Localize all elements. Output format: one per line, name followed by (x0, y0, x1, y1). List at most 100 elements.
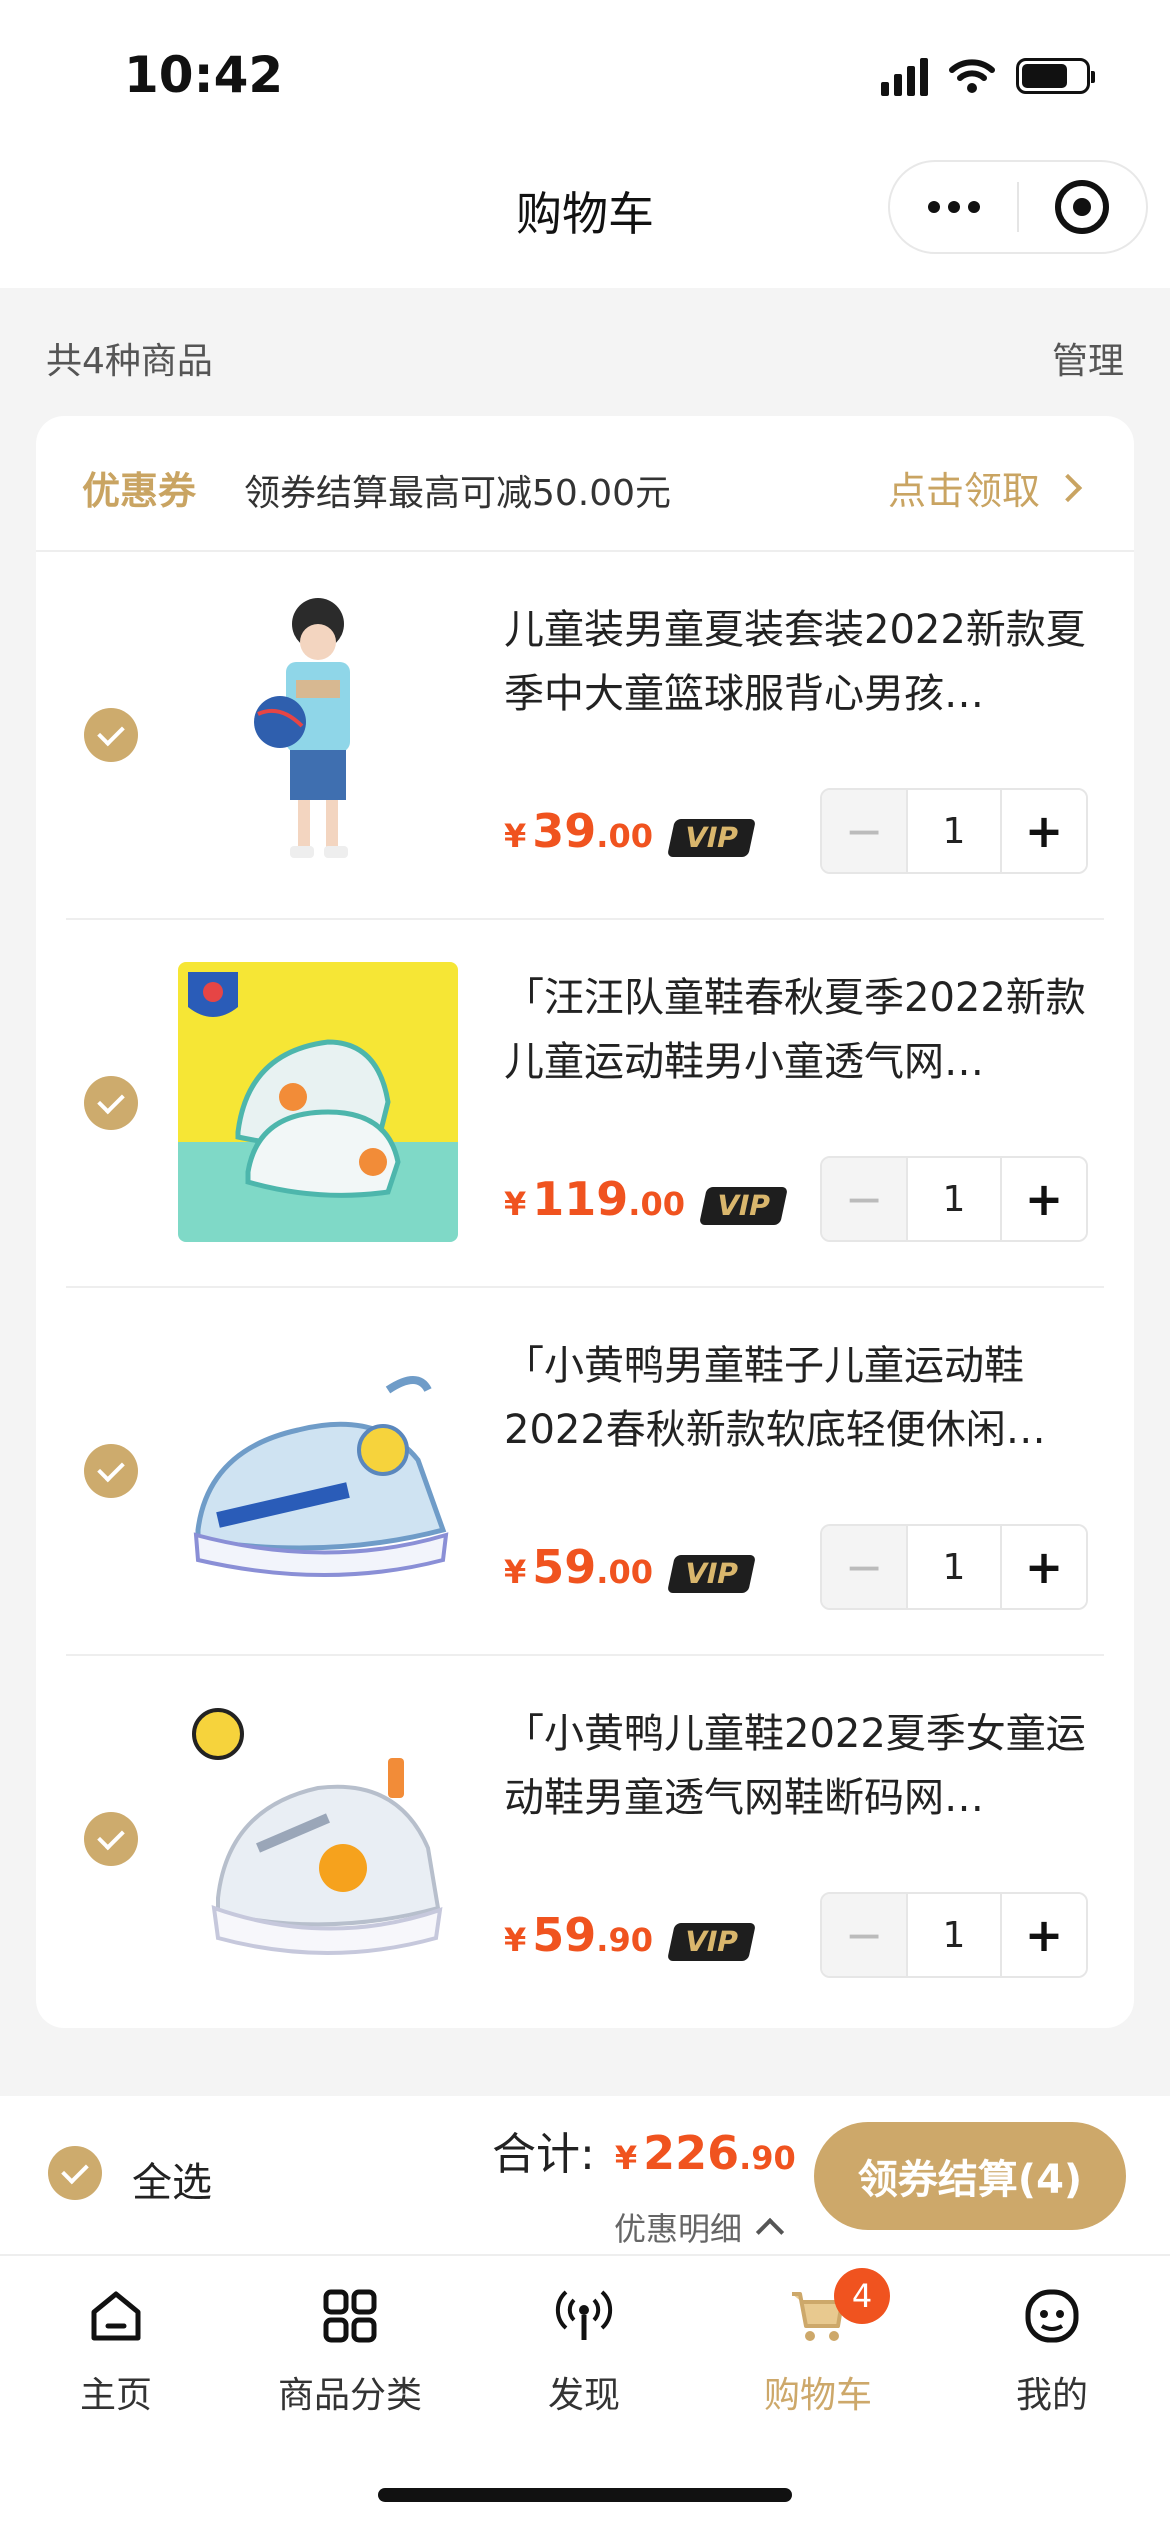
product-price: ¥ 39 .00 VIP (504, 804, 756, 858)
wifi-icon (949, 59, 995, 93)
price-integer: 39 (532, 804, 597, 858)
chevron-right-icon (1053, 473, 1083, 502)
cart-summary-bar: 共4种商品 管理 (0, 288, 1170, 408)
select-all-label[interactable]: 全选 (132, 2150, 212, 2208)
item-checkbox[interactable] (84, 708, 138, 762)
decrease-quantity-button[interactable]: − (822, 790, 906, 872)
status-time: 10:42 (124, 46, 284, 104)
vip-badge: VIP (666, 1923, 756, 1961)
price-decimal: .90 (596, 1921, 653, 1959)
item-count-text: 共4种商品 (46, 341, 213, 382)
decrease-quantity-button[interactable]: − (822, 1894, 906, 1976)
cart-icon: 4 (786, 2268, 890, 2348)
price-decimal: .00 (596, 817, 653, 855)
status-icons (881, 56, 1095, 96)
manage-button[interactable]: 管理 (1052, 332, 1124, 384)
price-integer: 119 (532, 1172, 629, 1226)
total-integer: 226 (643, 2126, 740, 2180)
increase-quantity-button[interactable]: + (1002, 790, 1086, 872)
kid-basketball-outfit-image (178, 594, 458, 874)
home-indicator (378, 2488, 792, 2502)
vip-badge: VIP (666, 1555, 756, 1593)
duck-mesh-sneaker-image (178, 1698, 458, 1978)
product-title[interactable]: 「汪汪队童鞋春秋夏季2022新款儿童运动鞋男小童透气网… (504, 966, 1094, 1094)
coupon-label: 优惠券 (82, 469, 197, 513)
item-checkbox[interactable] (84, 1812, 138, 1866)
cart-item: 儿童装男童夏装套装2022新款夏季中大童篮球服背心男孩… ¥ 39 .00 VI… (36, 552, 1134, 920)
checkout-bar: 全选 合计: ¥ 226 .90 优惠明细 领券结算(4) (0, 2096, 1170, 2256)
discount-detail-label: 优惠明细 (614, 2210, 743, 2248)
decrease-quantity-button[interactable]: − (822, 1526, 906, 1608)
quantity-value[interactable]: 1 (906, 790, 1002, 872)
product-image[interactable] (178, 1330, 458, 1610)
price-integer: 59 (532, 1540, 597, 1594)
chevron-up-icon (755, 2217, 785, 2247)
product-title[interactable]: 「小黄鸭儿童鞋2022夏季女童运动鞋男童透气网鞋断码网… (504, 1702, 1094, 1830)
increase-quantity-button[interactable]: + (1002, 1894, 1086, 1976)
product-price: ¥ 59 .00 VIP (504, 1540, 756, 1594)
coupon-row[interactable]: 优惠券 领券结算最高可减50.00元 点击领取 (36, 416, 1134, 552)
broadcast-icon (552, 2284, 616, 2348)
quantity-stepper: − 1 + (820, 1524, 1088, 1610)
vip-badge: VIP (698, 1187, 788, 1225)
price-currency: ¥ (504, 1921, 527, 1959)
smile-icon (1020, 2284, 1084, 2348)
miniprogram-capsule (888, 160, 1148, 254)
increase-quantity-button[interactable]: + (1002, 1158, 1086, 1240)
tab-label: 我的 (1015, 2375, 1088, 2416)
tab-me[interactable]: 我的 (952, 2284, 1152, 2418)
price-currency: ¥ (504, 1553, 527, 1591)
price-currency: ¥ (504, 1185, 527, 1223)
quantity-value[interactable]: 1 (906, 1894, 1002, 1976)
select-all-checkbox[interactable] (48, 2146, 102, 2200)
coupon-description: 领券结算最高可减50.00元 (244, 473, 672, 514)
grid-icon (318, 2284, 382, 2348)
tab-home[interactable]: 主页 (16, 2284, 216, 2418)
tab-label: 购物车 (763, 2375, 872, 2416)
battery-icon (1016, 58, 1095, 94)
increase-quantity-button[interactable]: + (1002, 1526, 1086, 1608)
product-title[interactable]: 儿童装男童夏装套装2022新款夏季中大童篮球服背心男孩… (504, 598, 1094, 726)
quantity-stepper: − 1 + (820, 1892, 1088, 1978)
product-image[interactable] (178, 594, 458, 874)
product-image[interactable] (178, 962, 458, 1242)
quantity-value[interactable]: 1 (906, 1158, 1002, 1240)
tab-discover[interactable]: 发现 (484, 2284, 684, 2418)
tab-categories[interactable]: 商品分类 (250, 2284, 450, 2418)
duck-sneaker-image (178, 1330, 458, 1610)
product-price: ¥ 119 .00 VIP (504, 1172, 788, 1226)
cart-card: 优惠券 领券结算最高可减50.00元 点击领取 儿童装男童夏装套装2022新款夏… (36, 416, 1134, 2028)
home-icon (84, 2284, 148, 2348)
product-image[interactable] (178, 1698, 458, 1978)
quantity-value[interactable]: 1 (906, 1526, 1002, 1608)
decrease-quantity-button[interactable]: − (822, 1158, 906, 1240)
status-bar: 10:42 (0, 0, 1170, 150)
total-price: 合计: ¥ 226 .90 (492, 2118, 796, 2182)
price-decimal: .00 (596, 1553, 653, 1591)
total-decimal: .90 (739, 2139, 796, 2177)
more-menu-icon[interactable] (890, 201, 1017, 213)
claim-coupon-link[interactable]: 点击领取 (887, 460, 1083, 515)
tab-label: 商品分类 (277, 2375, 422, 2416)
cart-item: 「小黄鸭男童鞋子儿童运动鞋2022春秋新款软底轻便休闲… ¥ 59 .00 VI… (36, 1288, 1134, 1656)
quantity-stepper: − 1 + (820, 1156, 1088, 1242)
tab-label: 主页 (79, 2375, 152, 2416)
product-price: ¥ 59 .90 VIP (504, 1908, 756, 1962)
quantity-stepper: − 1 + (820, 788, 1088, 874)
tab-label: 发现 (547, 2375, 620, 2416)
cart-count-badge: 4 (834, 2268, 890, 2324)
cart-item: 「汪汪队童鞋春秋夏季2022新款儿童运动鞋男小童透气网… ¥ 119 .00 V… (36, 920, 1134, 1288)
paw-patrol-shoes-image (178, 962, 458, 1242)
close-miniprogram-icon[interactable] (1019, 180, 1146, 234)
price-currency: ¥ (504, 817, 527, 855)
vip-badge: VIP (666, 819, 756, 857)
discount-detail-toggle[interactable]: 优惠明细 (614, 2204, 785, 2250)
checkout-button[interactable]: 领券结算(4) (814, 2122, 1126, 2230)
claim-coupon-label: 点击领取 (887, 469, 1040, 513)
tab-cart[interactable]: 4 购物车 (718, 2268, 918, 2418)
product-title[interactable]: 「小黄鸭男童鞋子儿童运动鞋2022春秋新款软底轻便休闲… (504, 1334, 1094, 1462)
item-checkbox[interactable] (84, 1076, 138, 1130)
navigation-bar: 购物车 (0, 150, 1170, 288)
cellular-signal-icon (881, 56, 928, 96)
item-checkbox[interactable] (84, 1444, 138, 1498)
